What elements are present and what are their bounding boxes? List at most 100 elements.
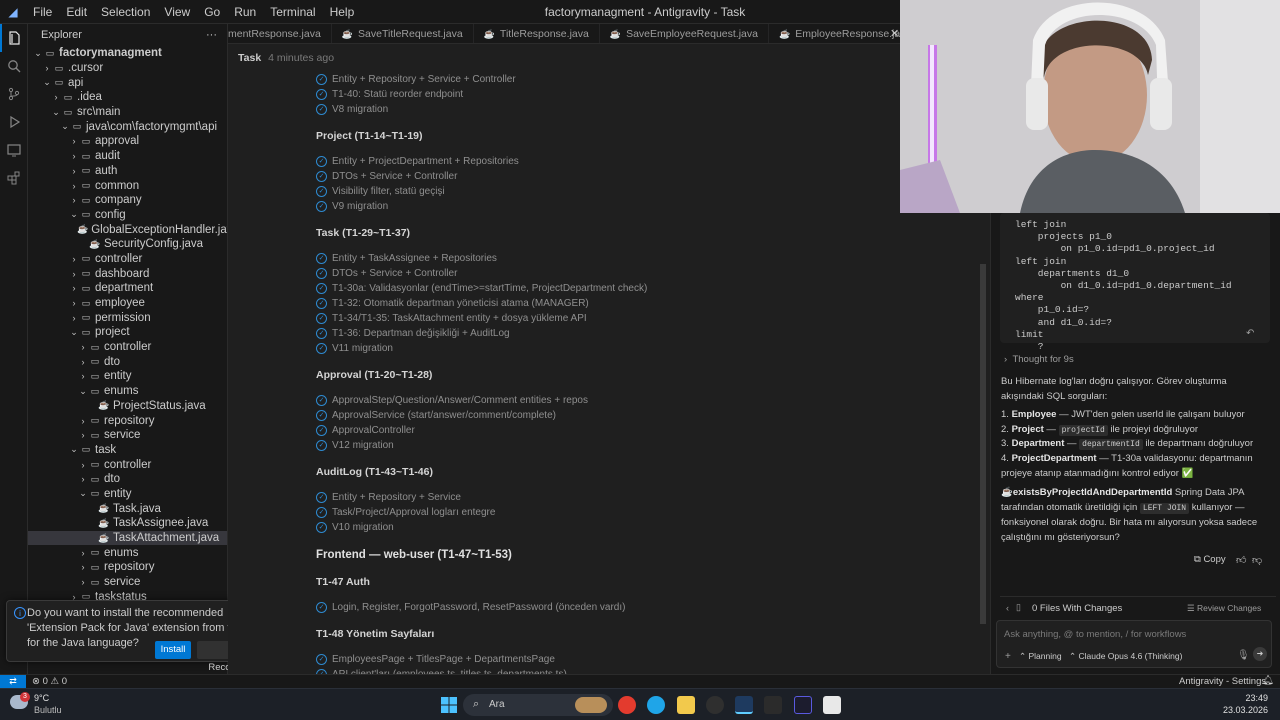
intellij-icon[interactable] — [794, 696, 812, 714]
menu-item-run[interactable]: Run — [227, 0, 263, 24]
sql-line: where — [1015, 292, 1044, 304]
folder-item[interactable]: › ▭ service — [28, 575, 227, 590]
microphone-icon[interactable]: 🎙︎ — [1237, 650, 1250, 661]
explorer-icon[interactable] — [0, 24, 28, 52]
chevron-left-icon[interactable]: ‹ — [1006, 603, 1009, 613]
java-icon: ☕ — [341, 28, 354, 39]
remote-explorer-icon[interactable] — [0, 136, 28, 164]
file-item[interactable]: ☕ TaskAssignee.java — [28, 516, 227, 531]
status-right-label[interactable]: Antigravity - Settings — [1179, 676, 1266, 687]
folder-item[interactable]: › ▭ employee — [28, 296, 227, 311]
folder-item[interactable]: › ▭ entity — [28, 369, 227, 384]
menu-item-edit[interactable]: Edit — [59, 0, 94, 24]
menu-item-terminal[interactable]: Terminal — [263, 0, 322, 24]
folder-item[interactable]: › ▭ enums — [28, 545, 227, 560]
folder-item[interactable]: › ▭ common — [28, 178, 227, 193]
file-item[interactable]: ☕ GlobalExceptionHandler.java — [28, 222, 227, 237]
folder-item[interactable]: › ▭ controller — [28, 457, 227, 472]
thumbs-up-icon[interactable]: 👍︎ — [1236, 554, 1246, 566]
folder-item[interactable]: ⌄ ▭ enums — [28, 384, 227, 399]
checklist-text: EmployeesPage + TitlesPage + Departments… — [332, 654, 555, 665]
folder-item[interactable]: ⌄ ▭ entity — [28, 487, 227, 502]
list-icon: ☰ — [1187, 603, 1195, 613]
file-item[interactable]: ☕ Task.java — [28, 501, 227, 516]
github-desktop-icon[interactable] — [706, 696, 724, 714]
undo-icon[interactable]: ↶ — [1246, 328, 1254, 339]
list-text-2: ile projeyi doğruluyor — [1107, 424, 1199, 435]
folder-item[interactable]: › ▭ service — [28, 428, 227, 443]
folder-item[interactable]: › ▭ dto — [28, 472, 227, 487]
java-file-icon: ☕ — [98, 517, 110, 528]
bell-icon[interactable]: 🔔︎ — [1262, 675, 1274, 686]
chat-input-box: Ask anything, @ to mention, / for workfl… — [996, 620, 1272, 668]
folder-item[interactable]: › ▭ .cursor — [28, 61, 227, 76]
extensions-icon[interactable] — [0, 164, 28, 192]
send-icon[interactable]: ➜ — [1253, 647, 1267, 661]
folder-item[interactable]: ⌄ ▭ api — [28, 75, 227, 90]
problems-indicator[interactable]: ⊗ 0 ⚠ 0 — [32, 676, 67, 687]
checklist-item: ✓ Login, Register, ForgotPassword, ResetP… — [316, 600, 966, 615]
copy-icon: ⧉ — [1194, 554, 1201, 565]
chat-input[interactable]: Ask anything, @ to mention, / for workfl… — [1004, 629, 1186, 640]
folder-item[interactable]: › ▭ department — [28, 281, 227, 296]
copy-button[interactable]: ⧉ Copy — [1194, 554, 1226, 565]
tab-saveemployeerequest-java[interactable]: ☕ SaveEmployeeRequest.java — [600, 24, 769, 43]
tab-employeeresponse-java[interactable]: ☕ EmployeeResponse.java — [769, 24, 900, 43]
tab-titleresponse-java[interactable]: ☕ TitleResponse.java — [474, 24, 600, 43]
remote-indicator-icon[interactable]: ⇄ — [0, 675, 26, 689]
editor-scrollbar[interactable] — [980, 264, 986, 624]
folder-item[interactable]: › ▭ controller — [28, 252, 227, 267]
folder-item[interactable]: ⌄ ▭ config — [28, 208, 227, 223]
folder-item[interactable]: › ▭ auth — [28, 164, 227, 179]
edge-icon[interactable] — [647, 696, 665, 714]
folder-item[interactable]: › ▭ dto — [28, 354, 227, 369]
search-icon[interactable] — [0, 52, 28, 80]
taskbar-search[interactable]: ⌕ Ara — [463, 694, 613, 716]
checklist-item: ✓ Visibility filter, statü geçişi — [316, 184, 966, 199]
file-item[interactable]: ☕ ProjectStatus.java — [28, 399, 227, 414]
review-changes-button[interactable]: ☰ Review Changes — [1187, 603, 1261, 614]
add-context-icon[interactable]: + — [1005, 651, 1011, 662]
folder-item[interactable]: ⌄ ▭ project — [28, 325, 227, 340]
menu-item-selection[interactable]: Selection — [94, 0, 157, 24]
file-explorer-icon[interactable] — [677, 696, 695, 714]
file-item[interactable]: ☕ TaskAttachment.java — [28, 530, 227, 546]
file-item[interactable]: ☕ SecurityConfig.java — [28, 237, 227, 252]
folder-item[interactable]: › ▭ controller — [28, 340, 227, 355]
windows-start-icon[interactable] — [441, 697, 457, 713]
folder-item[interactable]: › ▭ approval — [28, 134, 227, 149]
chevron-right-icon: › — [72, 195, 76, 206]
folder-item[interactable]: ⌄ ▭ factorymanagment — [28, 46, 227, 61]
folder-item[interactable]: ⌄ ▭ src\main — [28, 105, 227, 120]
mode-selector[interactable]: ⌃ Planning — [1019, 651, 1062, 662]
more-actions-icon[interactable]: ··· — [206, 29, 217, 41]
terminal-icon[interactable] — [764, 696, 782, 714]
antigravity-icon[interactable] — [735, 696, 753, 714]
tab-mentresponse-java[interactable]: mentResponse.java — [228, 24, 332, 43]
menu-item-help[interactable]: Help — [323, 0, 362, 24]
menu-item-view[interactable]: View — [157, 0, 197, 24]
menu-item-file[interactable]: File — [26, 0, 59, 24]
source-control-icon[interactable] — [0, 80, 28, 108]
app-icon[interactable] — [823, 696, 841, 714]
model-selector[interactable]: ⌃ Claude Opus 4.6 (Thinking) — [1069, 651, 1182, 662]
run-debug-icon[interactable] — [0, 108, 28, 136]
tab-savetitlerequest-java[interactable]: ☕ SaveTitleRequest.java — [332, 24, 474, 43]
folder-item[interactable]: › ▭ repository — [28, 560, 227, 575]
thumbs-down-icon[interactable]: 👎︎ — [1252, 554, 1262, 566]
folder-item[interactable]: › ▭ company — [28, 193, 227, 208]
thought-toggle[interactable]: › Thought for 9s — [1004, 354, 1074, 365]
folder-item[interactable]: ⌄ ▭ task — [28, 443, 227, 458]
menu-item-go[interactable]: Go — [197, 0, 227, 24]
sql-line: limit — [1015, 328, 1044, 340]
folder-item[interactable]: ⌄ ▭ java\com\factorymgmt\api — [28, 119, 227, 134]
folder-item[interactable]: › ▭ repository — [28, 413, 227, 428]
install-button[interactable]: Install — [155, 641, 191, 659]
close-tab-icon[interactable]: ✕ — [890, 27, 899, 40]
folder-item[interactable]: › ▭ .idea — [28, 90, 227, 105]
folder-item[interactable]: › ▭ permission — [28, 310, 227, 325]
chrome-icon[interactable] — [618, 696, 636, 714]
folder-item[interactable]: › ▭ dashboard — [28, 266, 227, 281]
folder-item[interactable]: › ▭ audit — [28, 149, 227, 164]
